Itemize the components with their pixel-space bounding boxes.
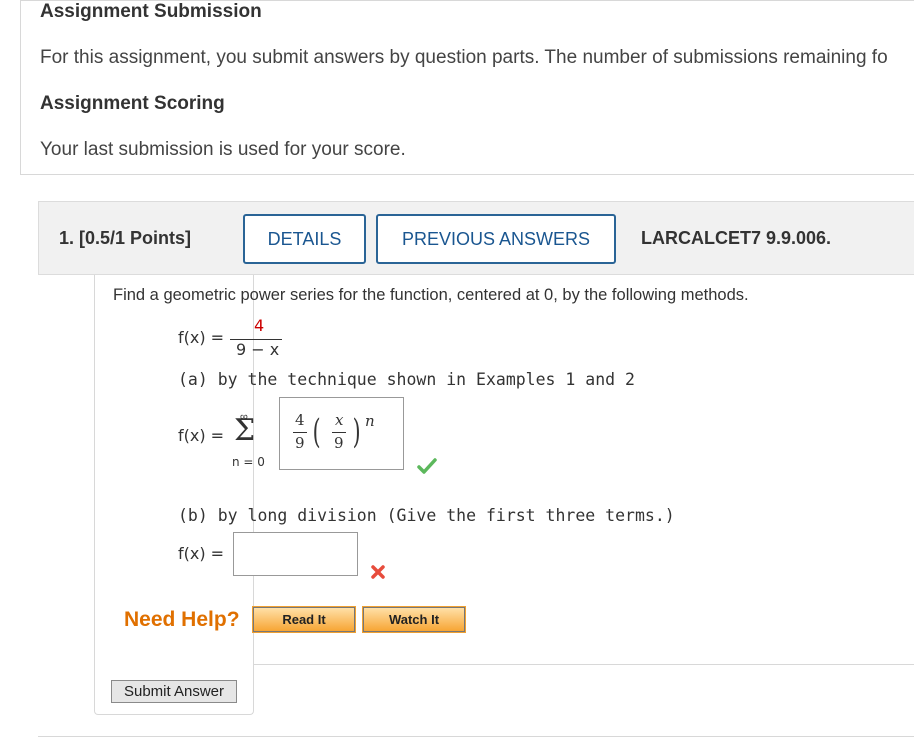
exponent: n — [365, 412, 375, 430]
bottom-divider — [38, 736, 914, 737]
question-body-frame — [94, 275, 254, 715]
inner-denominator: 9 — [334, 434, 344, 452]
details-button[interactable]: DETAILS — [243, 214, 366, 264]
function-lhs: f(x) = — [178, 328, 225, 347]
question-prompt: Find a geometric power series for the fu… — [113, 286, 749, 304]
part-b-lhs: f(x) = — [178, 544, 225, 563]
part-a-lhs: f(x) = — [178, 426, 225, 445]
submission-heading: Assignment Submission — [40, 1, 262, 22]
right-paren: ) — [352, 412, 361, 452]
submit-answer-button[interactable]: Submit Answer — [111, 680, 237, 703]
question-header: 1. [0.5/1 Points] DETAILS PREVIOUS ANSWE… — [38, 201, 914, 275]
part-a-label: (a) by the technique shown in Examples 1… — [178, 370, 635, 389]
part-a-answer-input[interactable]: 4 9 ( x 9 ) n — [279, 397, 404, 470]
watch-it-button[interactable]: Watch It — [362, 606, 466, 633]
read-it-button[interactable]: Read It — [252, 606, 356, 633]
left-paren: ( — [312, 412, 321, 452]
previous-answers-button[interactable]: PREVIOUS ANSWERS — [376, 214, 616, 264]
need-help-label: Need Help? — [124, 608, 240, 631]
assignment-info-panel: Assignment Submission For this assignmen… — [20, 0, 914, 175]
correct-check-icon — [417, 458, 437, 474]
function-numerator: 4 — [254, 316, 265, 335]
sum-lower-limit: n = 0 — [232, 455, 265, 469]
coef-denominator: 9 — [295, 434, 305, 452]
question-number-points: 1. [0.5/1 Points] — [59, 228, 192, 248]
part-b-answer-input[interactable] — [233, 532, 358, 576]
coef-fraction-bar — [293, 432, 307, 433]
inner-numerator: x — [335, 411, 344, 429]
sigma-icon: Σ — [234, 413, 256, 448]
scoring-text: Your last submission is used for your sc… — [40, 139, 406, 160]
part-b-label: (b) by long division (Give the first thr… — [178, 506, 675, 525]
question-body-divider — [254, 664, 914, 665]
submission-text: For this assignment, you submit answers … — [40, 47, 888, 68]
inner-fraction-bar — [332, 432, 346, 433]
function-denominator: 9 − x — [236, 340, 280, 359]
question-reference: LARCALCET7 9.9.006. — [641, 228, 832, 248]
coef-numerator: 4 — [295, 411, 305, 429]
scoring-heading: Assignment Scoring — [40, 93, 225, 114]
incorrect-x-icon — [371, 565, 385, 579]
